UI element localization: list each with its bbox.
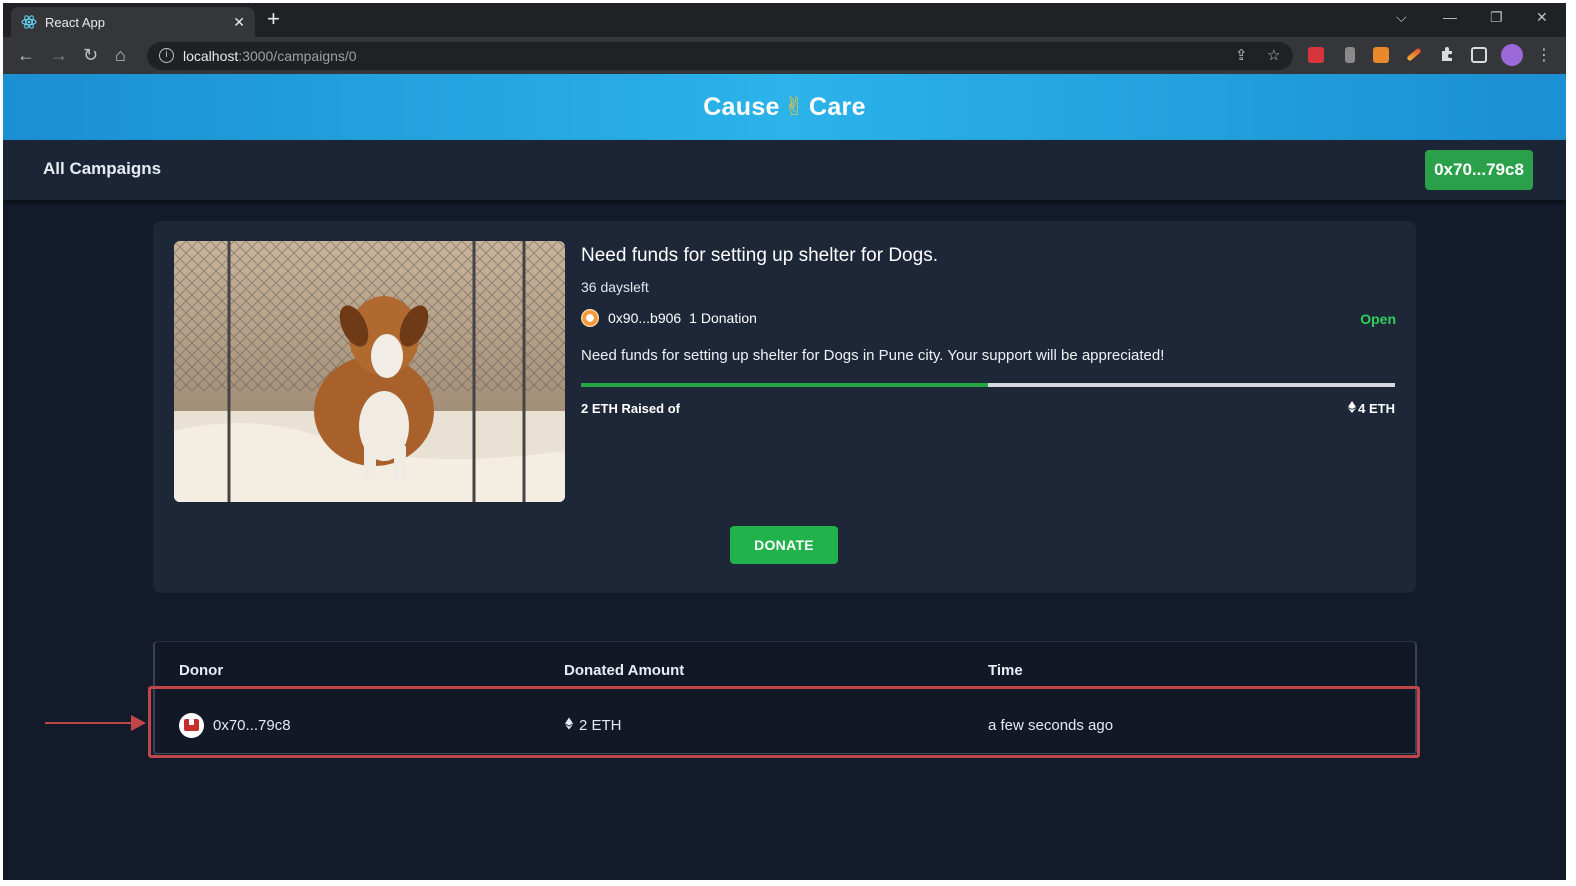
campaign-image (174, 241, 565, 502)
ethereum-icon (1348, 401, 1357, 416)
goal-amount: 4 ETH (1348, 401, 1395, 416)
share-icon[interactable]: ⇪ (1235, 46, 1248, 64)
all-campaigns-link[interactable]: All Campaigns (43, 159, 161, 179)
donate-button[interactable]: DONATE (730, 526, 838, 564)
funding-progress-fill (581, 383, 988, 387)
url-text[interactable]: localhost:3000/campaigns/0 (183, 48, 357, 64)
raised-amount: 2 ETH Raised of (581, 401, 680, 416)
header-time: Time (988, 662, 1023, 679)
campaign-description: Need funds for setting up shelter for Do… (581, 347, 1165, 364)
campaign-title: Need funds for setting up shelter for Do… (581, 245, 938, 266)
star-icon[interactable]: ☆ (1267, 46, 1280, 64)
days-left: 36 daysleft (581, 279, 649, 295)
header-donated-amount: Donated Amount (564, 662, 685, 679)
reload-icon[interactable]: ↻ (83, 45, 98, 65)
wallet-address-button[interactable]: 0x70...79c8 (1425, 150, 1533, 190)
tab-title: React App (45, 14, 105, 30)
brand-logo[interactable]: Cause ✌ Care (703, 92, 866, 122)
pen-extension-icon[interactable] (1406, 47, 1422, 62)
donation-count: 1 Donation (689, 310, 757, 326)
owner-avatar (581, 309, 599, 327)
sub-navbar: All Campaigns 0x70...79c8 (3, 140, 1566, 200)
info-icon[interactable]: i (159, 48, 174, 63)
browser-tabstrip: React App ✕ + ⌵ — ❐ ✕ (3, 3, 1566, 37)
minimize-icon[interactable]: — (1443, 9, 1457, 25)
campaign-card: Need funds for setting up shelter for Do… (153, 221, 1416, 593)
side-panel-icon[interactable] (1471, 47, 1487, 63)
back-arrow-icon[interactable]: ← (17, 45, 35, 65)
annotation-highlight-box (148, 686, 1420, 758)
annotation-arrow-head (131, 715, 146, 731)
forward-arrow-icon[interactable]: → (50, 45, 68, 65)
restore-icon[interactable]: ❐ (1490, 9, 1503, 26)
tab-search-icon[interactable]: ⌵ (1396, 9, 1407, 26)
metamask-fox-icon[interactable] (1373, 47, 1389, 63)
owner-row: 0x90...b906 1 Donation (581, 308, 757, 328)
app-header: Cause ✌ Care (3, 74, 1566, 140)
browser-menu-icon[interactable]: ⋮ (1536, 45, 1552, 65)
extensions-icon[interactable] (1439, 46, 1455, 62)
victory-hand-icon: ✌ (783, 93, 805, 121)
tab-close-icon[interactable]: ✕ (233, 14, 245, 31)
browser-toolbar: ← → ↻ ⌂ i localhost:3000/campaigns/0 ⇪ ☆… (3, 37, 1566, 74)
home-icon[interactable]: ⌂ (115, 45, 126, 65)
profile-avatar[interactable] (1501, 44, 1523, 66)
extension-grey-icon[interactable] (1345, 47, 1355, 63)
browser-tab[interactable]: React App ✕ (11, 7, 255, 37)
annotation-arrow-line (45, 722, 133, 724)
new-tab-button[interactable]: + (267, 8, 280, 30)
close-window-icon[interactable]: ✕ (1536, 9, 1548, 26)
status-badge: Open (1360, 311, 1396, 327)
funding-progress-bar (581, 383, 1395, 387)
header-donor: Donor (179, 662, 224, 679)
address-bar[interactable]: i localhost:3000/campaigns/0 ⇪ ☆ (147, 42, 1293, 70)
react-favicon-icon (21, 14, 37, 30)
extension-red-icon[interactable] (1308, 47, 1324, 63)
owner-address[interactable]: 0x90...b906 (608, 310, 681, 326)
